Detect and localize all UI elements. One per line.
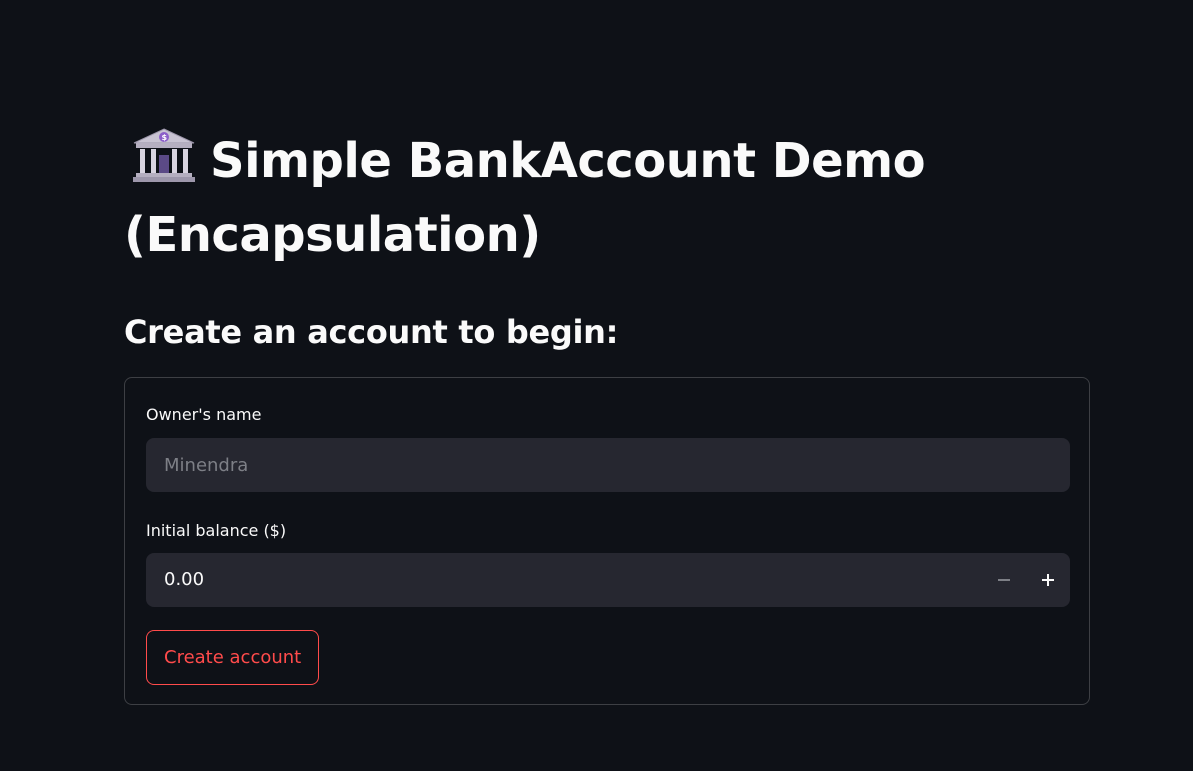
section-subtitle: Create an account to begin:	[124, 313, 619, 351]
owner-name-field	[146, 438, 1070, 492]
initial-balance-label: Initial balance ($)	[146, 521, 287, 540]
create-account-button[interactable]: Create account	[146, 630, 320, 685]
increment-button[interactable]	[1026, 553, 1070, 607]
page-title: $ Simple BankAccount Demo (Encapsulation…	[124, 124, 1092, 272]
bank-building-icon: $	[132, 127, 196, 183]
initial-balance-value[interactable]: 0.00	[164, 553, 204, 607]
decrement-button[interactable]	[982, 553, 1026, 607]
page-title-text: Simple BankAccount Demo (Encapsulation)	[124, 133, 926, 263]
plus-icon	[1042, 571, 1054, 590]
owner-name-label: Owner's name	[146, 405, 262, 424]
initial-balance-stepper[interactable]: 0.00	[146, 553, 1070, 607]
minus-icon	[998, 571, 1010, 590]
create-account-form: Owner's name Initial balance ($) 0.00 Cr…	[124, 377, 1090, 705]
owner-name-input[interactable]	[146, 438, 1070, 492]
